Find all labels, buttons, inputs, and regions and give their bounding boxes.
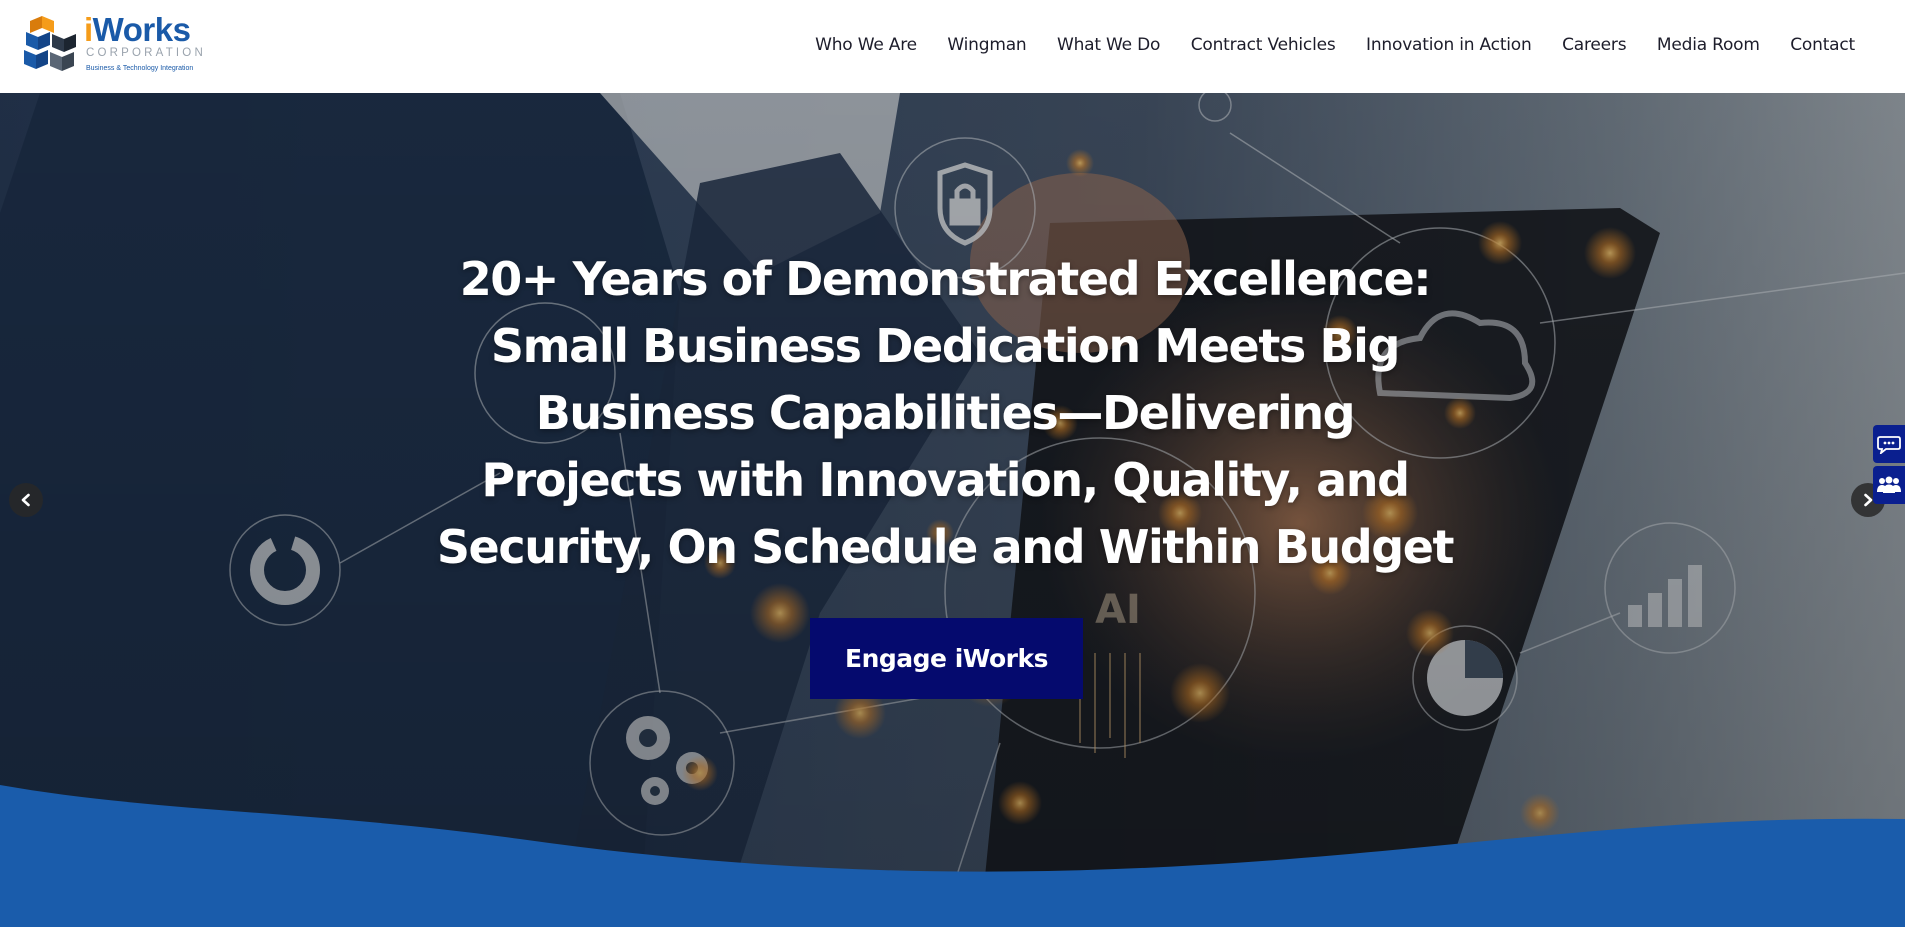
team-widget-button[interactable] — [1873, 466, 1905, 504]
chevron-left-icon — [21, 493, 30, 507]
site-header: iWorks CORPORATION Business & Technology… — [0, 0, 1905, 93]
nav-media-room[interactable]: Media Room — [1657, 35, 1760, 55]
nav-careers[interactable]: Careers — [1562, 35, 1626, 55]
nav-contract-vehicles[interactable]: Contract Vehicles — [1191, 35, 1336, 55]
hero-slider: AI 20+ Years of Demonstrat — [0, 93, 1905, 927]
nav-innovation-in-action[interactable]: Innovation in Action — [1366, 35, 1532, 55]
logo-corporation-text: CORPORATION — [86, 47, 206, 59]
team-icon — [1877, 476, 1901, 493]
nav-contact[interactable]: Contact — [1790, 35, 1855, 55]
hero-headline: 20+ Years of Demonstrated Excellence: Sm… — [436, 252, 1455, 574]
main-nav: Who We Are Wingman What We Do Contract V… — [815, 30, 1855, 60]
logo-wordmark: iWorks — [84, 11, 191, 48]
iworks-logo[interactable]: iWorks CORPORATION Business & Technology… — [22, 11, 212, 76]
nav-what-we-do[interactable]: What We Do — [1057, 35, 1160, 55]
nav-wingman[interactable]: Wingman — [947, 35, 1026, 55]
logo-tagline: Business & Technology Integration — [86, 65, 194, 72]
engage-iworks-button[interactable]: Engage iWorks — [810, 618, 1083, 699]
chat-icon — [1877, 436, 1901, 454]
nav-who-we-are[interactable]: Who We Are — [815, 35, 917, 55]
chat-widget-button[interactable] — [1873, 425, 1905, 463]
slider-prev-button[interactable] — [9, 483, 43, 517]
cubes-logo-icon — [24, 16, 76, 71]
